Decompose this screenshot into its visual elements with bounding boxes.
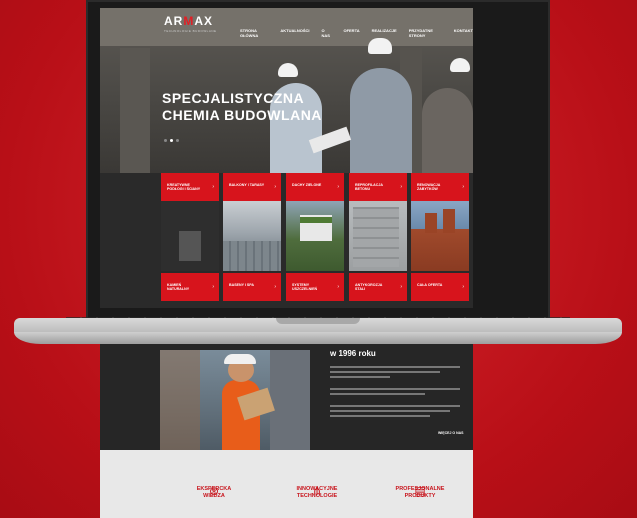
column	[120, 48, 150, 173]
slider-dot[interactable]	[164, 139, 167, 142]
chevron-right-icon: ›	[400, 184, 402, 190]
nav-useful-pages[interactable]: PRZYDATNE STRONY	[409, 28, 442, 38]
feature-label: WIEDZA	[203, 493, 225, 499]
laptop-screen: ARMAX TECHNOLOGIE BUDOWLANE STRONA GŁÓWN…	[100, 8, 473, 308]
logo-text: AR	[164, 14, 184, 28]
tile-label: BALKONY I TARASY	[229, 183, 265, 187]
tile-balconies[interactable]: BALKONY I TARASY ›	[223, 173, 281, 201]
worker-figure	[350, 68, 412, 173]
logo-tagline: TECHNOLOGIE BUDOWLANE	[164, 29, 217, 33]
tile-label: BASENY I SPA	[229, 283, 255, 287]
logo-text: AX	[194, 14, 214, 28]
about-text-line	[330, 366, 460, 368]
chevron-right-icon: ›	[212, 284, 214, 290]
tile-natural-stone[interactable]: KAMIEŃ NATURALNY ›	[161, 273, 219, 301]
tile-pools-spa[interactable]: BASENY I SPA ›	[223, 273, 281, 301]
chevron-right-icon: ›	[274, 184, 276, 190]
feature-label: PROFESJONALNE	[395, 486, 445, 492]
slider-dots	[164, 139, 179, 142]
helmet	[278, 63, 298, 77]
helmet	[450, 58, 470, 72]
tile-label: BETONU	[355, 187, 371, 192]
chevron-right-icon: ›	[212, 184, 214, 190]
about-text-line	[330, 371, 440, 373]
nav-contact[interactable]: KONTAKT	[454, 28, 473, 38]
hero-banner: ARMAX TECHNOLOGIE BUDOWLANE STRONA GŁÓWN…	[100, 8, 473, 173]
feature-label: PRODUKTY	[404, 493, 436, 499]
laptop-base-bottom	[14, 332, 622, 344]
about-text-line	[330, 405, 460, 407]
chevron-right-icon: ›	[337, 184, 339, 190]
tile-full-offer[interactable]: CAŁA OFERTA ›	[411, 273, 469, 301]
tile-sealing-systems[interactable]: SYSTEMY USZCZELNIEŃ ›	[286, 273, 344, 301]
tile-label: NATURALNY	[167, 287, 190, 292]
tile-concrete-reprofiling[interactable]: REPROFILACJA BETONU ›	[349, 173, 407, 201]
nav-projects[interactable]: REALIZACJE	[372, 28, 397, 38]
about-text-line	[330, 415, 430, 417]
nav-home[interactable]: STRONA GŁÓWNA	[240, 28, 268, 38]
tile-photo-green-roof[interactable]	[286, 201, 344, 271]
slider-dot-active[interactable]	[170, 139, 173, 142]
nav-news[interactable]: AKTUALNOŚCI	[280, 28, 309, 38]
tile-label: STALI	[355, 287, 366, 292]
hero-title-line: SPECJALISTYCZNA	[162, 90, 305, 106]
feature-label: EKSPERCKA	[196, 486, 232, 492]
chevron-right-icon: ›	[274, 284, 276, 290]
about-text-line	[330, 410, 450, 412]
brand-logo[interactable]: ARMAX	[164, 14, 213, 28]
hero-title: SPECJALISTYCZNA CHEMIA BUDOWLANA	[162, 90, 322, 124]
logo-accent: M	[183, 14, 195, 28]
feature-label: TECHNOLOGIE	[296, 493, 338, 499]
chevron-right-icon: ›	[462, 284, 464, 290]
about-text-line	[330, 393, 425, 395]
tile-photo-concrete[interactable]	[349, 201, 407, 271]
nav-about[interactable]: O NAS	[321, 28, 331, 38]
tile-photo-monument[interactable]	[411, 201, 469, 271]
tile-label: USZCZELNIEŃ	[292, 287, 318, 292]
tile-label: CAŁA OFERTA	[417, 283, 443, 287]
tile-monument-renovation[interactable]: RENOWACJA ZABYTKÓW ›	[411, 173, 469, 201]
about-year-heading: w 1996 roku	[330, 349, 376, 358]
laptop-base	[14, 318, 622, 348]
tile-steel-anticorrosion[interactable]: ANTYKOROZJA STALI ›	[349, 273, 407, 301]
ceiling-beam	[100, 8, 473, 46]
chevron-right-icon: ›	[462, 184, 464, 190]
laptop-notch	[276, 318, 360, 324]
feature-label: INNOWACYJNE	[296, 486, 338, 492]
slider-dot[interactable]	[176, 139, 179, 142]
about-text-line	[330, 376, 390, 378]
tile-green-roofs[interactable]: DACHY ZIELONE ›	[286, 173, 344, 201]
more-about-link[interactable]: WIĘCEJ O NAS	[438, 431, 463, 435]
nav-offer[interactable]: OFERTA	[343, 28, 359, 38]
chevron-right-icon: ›	[400, 284, 402, 290]
main-nav: STRONA GŁÓWNA AKTUALNOŚCI O NAS OFERTA R…	[240, 28, 473, 38]
about-photo	[160, 350, 310, 460]
feature-innovative-tech: INNOWACYJNE TECHNOLOGIE	[277, 486, 357, 500]
chevron-right-icon: ›	[337, 284, 339, 290]
feature-expert-knowledge: EKSPERCKA WIEDZA	[174, 486, 254, 500]
helmet	[368, 38, 392, 54]
tile-label: DACHY ZIELONE	[292, 183, 322, 187]
tile-label: PODŁOGI I ŚCIANY	[167, 187, 201, 192]
tile-label: ZABYTKÓW	[417, 187, 438, 192]
about-text-line	[330, 388, 460, 390]
feature-professional-products: PROFESJONALNE PRODUKTY	[380, 486, 460, 500]
tile-creative-floors[interactable]: KREATYWNE PODŁOGI I ŚCIANY ›	[161, 173, 219, 201]
tile-photo-floors[interactable]	[161, 201, 219, 271]
worker-figure	[422, 88, 473, 173]
hero-title-line: CHEMIA BUDOWLANA	[162, 107, 322, 123]
tile-photo-balcony[interactable]	[223, 201, 281, 271]
